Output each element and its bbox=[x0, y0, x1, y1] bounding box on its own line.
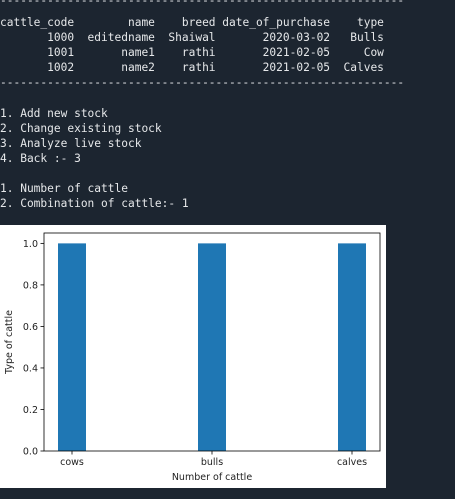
menu-option-analyze: 3. Analyze live stock bbox=[0, 137, 142, 150]
table-separator-top: ----------------------------------------… bbox=[0, 0, 405, 7]
menu-option-back-input: 4. Back :- 3 bbox=[0, 152, 81, 165]
y-axis-label: Type of cattle bbox=[4, 310, 15, 375]
table-row: 1000 editedname Shaiwal 2020-03-02 Bulls bbox=[0, 31, 384, 44]
x-axis-label: Number of cattle bbox=[172, 472, 252, 483]
table-row: 1001 name1 rathi 2021-02-05 Cow bbox=[0, 46, 384, 59]
bar-calves bbox=[338, 243, 366, 451]
bar-bulls bbox=[198, 243, 226, 451]
terminal-window: ----------------------------------------… bbox=[0, 0, 455, 499]
table-row: 1002 name2 rathi 2021-02-05 Calves bbox=[0, 61, 384, 74]
menu-option-add: 1. Add new stock bbox=[0, 107, 108, 120]
submenu-option-combination-input: 2. Combination of cattle:- 1 bbox=[0, 197, 189, 210]
table-separator-bottom: ----------------------------------------… bbox=[0, 76, 405, 89]
y-tick-label: 1.0 bbox=[23, 239, 38, 250]
bar-chart: 0.0 0.2 0.4 0.6 0.8 1.0 cows bulls calves Numbe… bbox=[4, 232, 381, 483]
y-tick-label: 0.2 bbox=[23, 405, 38, 416]
y-tick-label: 0.4 bbox=[23, 363, 38, 374]
x-tick-label: bulls bbox=[201, 457, 223, 468]
x-tick-label: cows bbox=[60, 457, 84, 468]
table-header: cattle_code name breed date_of_purchase … bbox=[0, 16, 384, 29]
x-tick-label: calves bbox=[337, 457, 367, 468]
chart-figure: 0.0 0.2 0.4 0.6 0.8 1.0 cows bulls calves Numbe… bbox=[0, 225, 386, 488]
bar-cows bbox=[58, 243, 86, 451]
y-tick-label: 0.8 bbox=[23, 280, 38, 291]
y-tick-label: 0.6 bbox=[23, 322, 38, 333]
submenu-option-number: 1. Number of cattle bbox=[0, 182, 128, 195]
menu-option-change: 2. Change existing stock bbox=[0, 122, 162, 135]
y-tick-label: 0.0 bbox=[23, 447, 38, 458]
